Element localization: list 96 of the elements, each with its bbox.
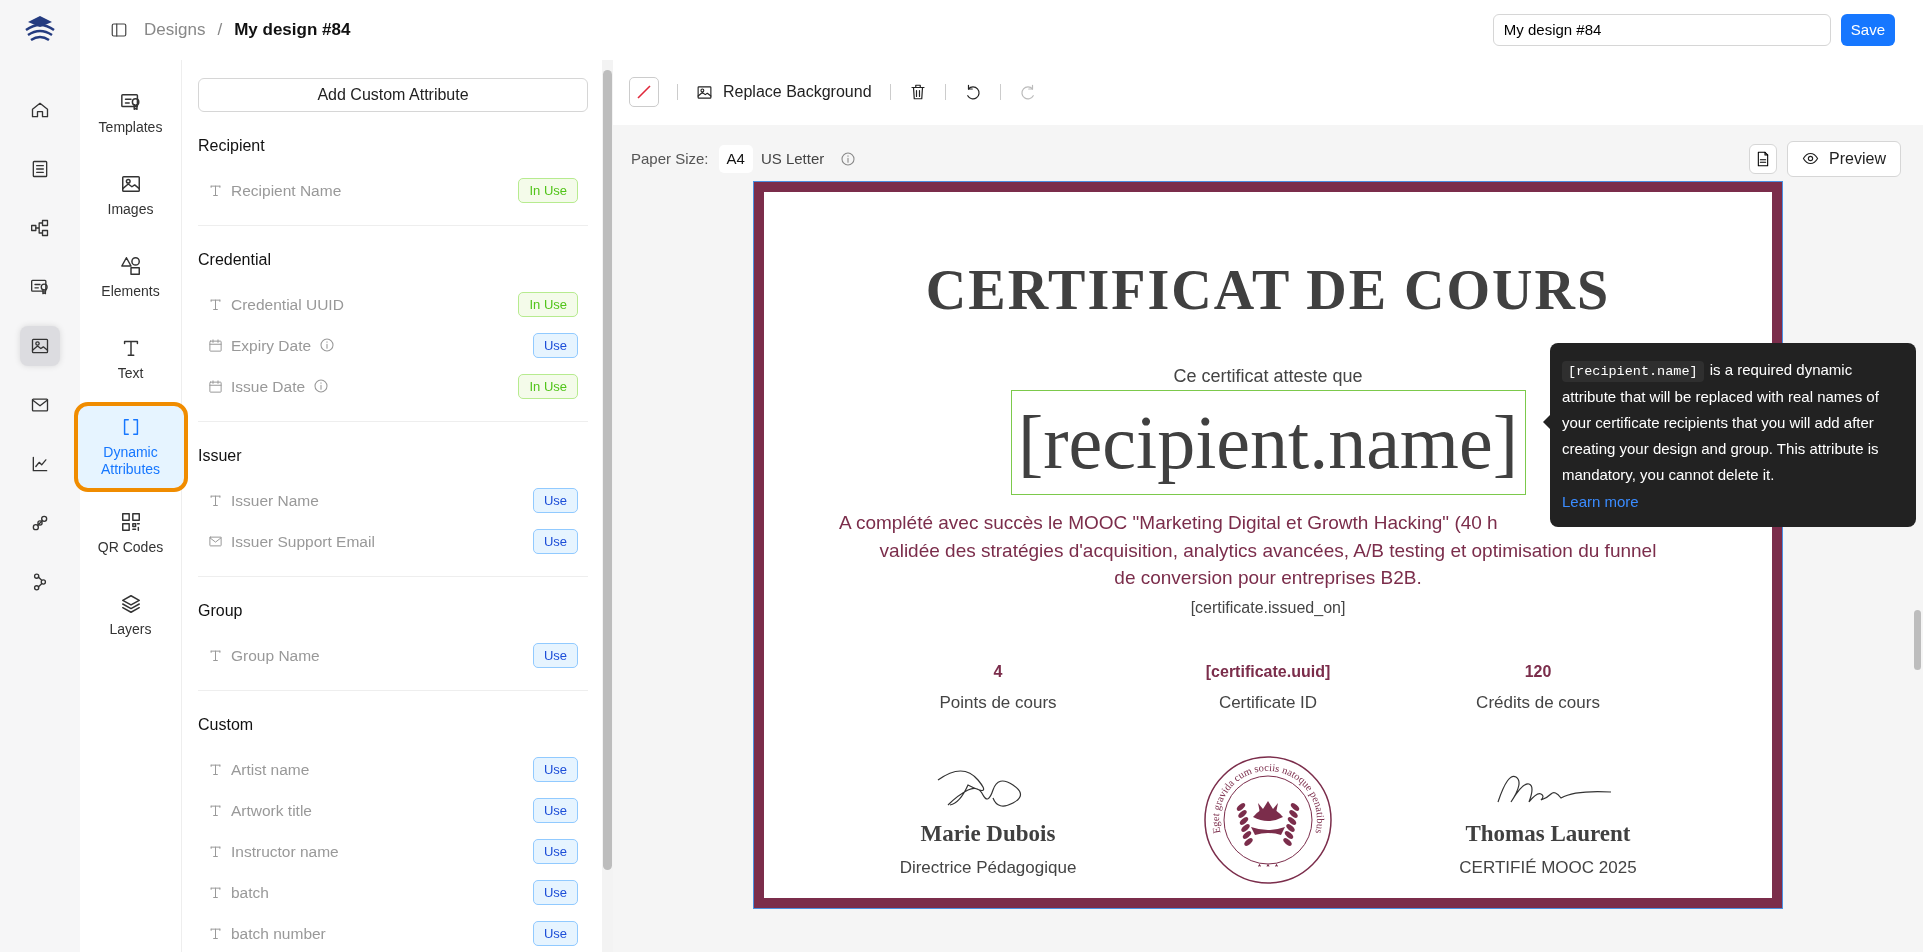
text-icon [208,925,223,941]
line-chart-icon [30,454,50,474]
text-icon [208,761,223,777]
sidebar-toggle-icon [110,20,128,39]
attribute-label: Issuer Name [231,490,319,511]
stat-label: Points de cours [939,691,1057,714]
stat-value: 4 [993,661,1003,682]
calendar-icon [208,378,223,394]
learn-more-link[interactable]: Learn more [1562,492,1639,510]
logo [23,14,57,42]
text-icon [208,884,223,900]
breadcrumb-link[interactable]: Designs [144,17,206,43]
signatory-name: Marie Dubois [920,819,1056,848]
signatory-role: Directrice Pédagogique [899,857,1077,880]
image-icon [696,83,713,101]
recipient-name-field[interactable]: [recipient.name] [1010,390,1526,496]
intro-text: Ce certificat atteste que [1173,367,1363,386]
attribute-label: Credential UUID [231,294,344,315]
text-icon [208,492,223,508]
preview-button[interactable]: Preview [1787,140,1901,177]
replace-background-button[interactable]: Replace Background [696,80,872,105]
scrollbar-thumb[interactable] [603,69,612,870]
use-button[interactable]: Use [532,332,578,359]
stat-label: Certificate ID [1218,691,1318,714]
certificate-title: CERTIFICAT DE COURS [925,259,1611,322]
stat-label: Crédits de cours [1476,691,1600,714]
scrollbar-thumb[interactable] [1914,609,1921,670]
tool-tab[interactable]: QR Codes [79,497,182,570]
attribute-label: Artwork title [231,800,312,821]
section-heading: Group [198,600,244,621]
trash-icon [908,83,927,102]
certificate-icon [30,277,50,297]
text-icon [208,296,223,312]
qr-code-icon [119,511,142,534]
text-icon [208,182,223,198]
tool-tab[interactable]: Templates [79,77,182,150]
attribute-label: Issuer Support Email [231,531,375,552]
section-heading: Recipient [198,135,266,156]
layers-icon [119,593,142,616]
redo-icon [1018,83,1037,102]
tool-tab[interactable]: Text [79,323,182,396]
attribute-label: Expiry Date [231,335,312,356]
stat-value: 120 [1524,661,1552,682]
use-button[interactable]: Use [532,756,578,783]
use-button[interactable]: Use [532,797,578,824]
text-icon [208,647,223,663]
nav-button[interactable] [20,326,60,366]
paper-size-option[interactable]: US Letter [752,144,833,174]
use-button[interactable]: Use [532,879,578,906]
save-button[interactable]: Save [1840,13,1895,47]
section-heading: Credential [198,249,272,270]
use-button[interactable]: Use [532,920,578,947]
attribute-label: batch number [231,923,326,944]
use-button[interactable]: Use [532,528,578,555]
paper-size-option[interactable]: A4 [718,144,753,174]
mail-icon [208,533,223,549]
design-name-field[interactable]: My design #84 [1492,13,1831,46]
stat-value: [certificate.uuid] [1205,661,1331,682]
shapes-icon [119,255,142,278]
description-text: validée des stratégies d'acquisition, analytics avancées, A/B testing et optimisation du funnel [879,538,1657,563]
color-swatch[interactable] [629,77,659,108]
calendar-icon [208,337,223,353]
description-text: A complété avec succès le MOOC "Marketing Digital et Growth Hacking" (40 h [839,511,1498,536]
attribute-label: Issue Date [231,376,306,397]
document-list-icon [30,159,50,179]
text-icon [208,843,223,859]
section-heading: Custom [198,714,255,735]
paper-size-label: Paper Size: [631,148,709,169]
pdf-button[interactable] [1749,143,1778,174]
text-icon [208,802,223,818]
trash-button[interactable] [908,83,927,102]
section-heading: Issuer [198,445,243,466]
tool-tab[interactable]: Images [79,159,182,232]
tooltip-text: [recipient.name] is a required dynamic attribute that will be replaced with real names of your certificate recipients that you will add after creating your design and group. This attribute is mandatory, you cannot delete it. [1562,359,1880,486]
diagram-icon [30,218,50,238]
description-text: de conversion pour entreprises B2B. [1114,566,1422,591]
info-icon [840,150,857,167]
tool-tab[interactable]: Elements [79,241,182,314]
attribute-label: Artist name [231,759,310,780]
attribute-label: Instructor name [231,841,339,862]
link-icon [30,513,50,533]
use-button[interactable]: Use [532,838,578,865]
issue-date-text: [certificate.issued_on] [1190,597,1346,618]
breadcrumb-current: My design #84 [234,19,351,42]
signatory-name: Thomas Laurent [1465,819,1631,848]
use-button[interactable]: Use [532,487,578,514]
signatory-role: CERTIFIÉ MOOC 2025 [1459,857,1637,880]
tool-tab[interactable]: Layers [79,579,182,652]
add-attribute-button[interactable]: Add Custom Attribute [198,77,588,112]
attribute-label: batch [231,882,269,903]
image-icon [30,336,50,356]
use-button[interactable]: Use [532,642,578,669]
attribute-label: Recipient Name [231,180,342,201]
breadcrumb-separator: / [217,19,223,42]
attribute-label: Group Name [231,645,320,666]
home-icon [30,100,50,120]
